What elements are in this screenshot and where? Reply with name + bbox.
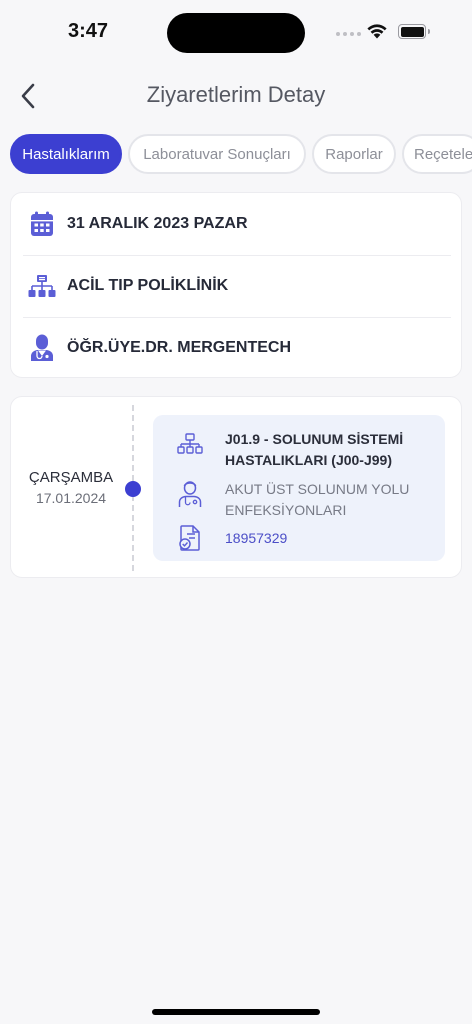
visit-day-name: ÇARŞAMBA bbox=[28, 469, 114, 486]
visit-date: 31 ARALIK 2023 PAZAR bbox=[67, 215, 248, 232]
status-bar: 3:47 bbox=[0, 0, 472, 64]
calendar-icon bbox=[27, 209, 57, 239]
tab-raporlar[interactable]: Raporlar bbox=[312, 134, 396, 174]
wifi-icon bbox=[366, 22, 388, 44]
page-title: Ziyaretlerim Detay bbox=[146, 82, 326, 107]
dynamic-island bbox=[167, 13, 305, 53]
doctor-outline-icon bbox=[175, 479, 205, 509]
battery-icon bbox=[398, 24, 430, 39]
visit-day: ÇARŞAMBA 17.01.2024 bbox=[11, 469, 131, 506]
diagnosis-code-row: J01.9 - SOLUNUM SİSTEMİ HASTALIKLARI (J0… bbox=[175, 429, 425, 471]
visit-timeline-card: ÇARŞAMBA 17.01.2024 J01.9 - SOLUNUM SİST… bbox=[10, 396, 462, 578]
header: Ziyaretlerim Detay bbox=[0, 72, 472, 120]
hierarchy-icon bbox=[175, 429, 205, 459]
diagnosis-detail-box[interactable]: J01.9 - SOLUNUM SİSTEMİ HASTALIKLARI (J0… bbox=[153, 415, 445, 561]
tab-bar[interactable]: Hastalıklarım Laboratuvar Sonuçları Raporl… bbox=[10, 134, 472, 176]
protocol-row: 18957329 bbox=[175, 523, 425, 553]
status-time: 3:47 bbox=[68, 20, 109, 42]
diagnosis-name-row: AKUT ÜST SOLUNUM YOLU ENFEKSİYONLARI bbox=[175, 479, 425, 521]
info-row-doctor: ÖĞR.ÜYE.DR. MERGENTECH bbox=[11, 317, 463, 379]
home-indicator[interactable] bbox=[152, 1009, 320, 1015]
hierarchy-icon bbox=[27, 271, 57, 301]
clinic-name: ACİL TIP POLİKLİNİK bbox=[67, 277, 229, 294]
info-row-date: 31 ARALIK 2023 PAZAR bbox=[11, 193, 463, 255]
visit-day-date: 17.01.2024 bbox=[35, 490, 107, 506]
tab-receteler[interactable]: Reçeteler bbox=[402, 134, 472, 174]
info-row-clinic: ACİL TIP POLİKLİNİK bbox=[11, 255, 463, 317]
visit-info-card: 31 ARALIK 2023 PAZAR ACİL TIP POLİKLİNİK bbox=[10, 192, 462, 378]
doctor-icon bbox=[27, 333, 57, 363]
doctor-name: ÖĞR.ÜYE.DR. MERGENTECH bbox=[67, 339, 292, 356]
tab-laboratuvar-sonuclari[interactable]: Laboratuvar Sonuçları bbox=[128, 134, 306, 174]
diagnosis-name: AKUT ÜST SOLUNUM YOLU ENFEKSİYONLARI bbox=[225, 481, 410, 518]
document-check-icon bbox=[175, 523, 205, 553]
tab-hastaliklarim[interactable]: Hastalıklarım bbox=[10, 134, 122, 174]
cellular-signal-icon bbox=[336, 32, 361, 36]
timeline-dot bbox=[125, 481, 141, 497]
protocol-number[interactable]: 18957329 bbox=[225, 523, 425, 553]
diagnosis-code: J01.9 - SOLUNUM SİSTEMİ HASTALIKLARI (J0… bbox=[225, 431, 404, 468]
